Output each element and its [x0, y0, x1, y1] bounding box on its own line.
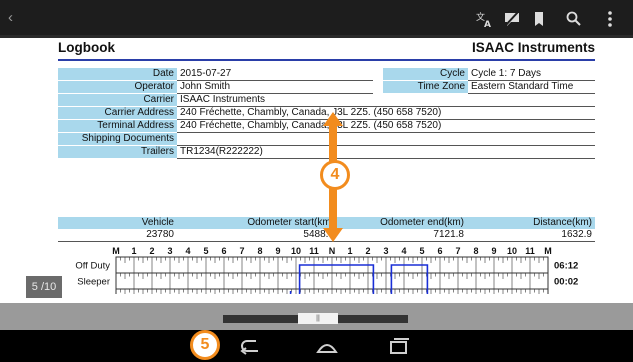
distance-value: 1632.9	[467, 229, 595, 242]
duty-row-label: Off Duty	[75, 261, 110, 272]
hour-label: 11	[309, 246, 319, 256]
hour-label: 10	[507, 246, 517, 256]
duty-row-label: Driving	[80, 293, 110, 295]
translate-icon[interactable]: 文 A	[475, 9, 495, 29]
hour-label: 11	[525, 246, 535, 256]
vehicle-value: 23780	[58, 229, 177, 242]
hour-label: 3	[383, 246, 388, 256]
hour-label: 9	[275, 246, 280, 256]
bookmark-icon[interactable]	[529, 9, 549, 29]
carrier-address-value: 240 Fréchette, Chambly, Canada, J3L 2Z5.…	[177, 106, 595, 121]
duty-row-total: 16:28	[554, 293, 578, 295]
duty-row-total: 00:02	[554, 277, 578, 288]
hour-label: N	[329, 246, 336, 256]
info-row-operator: Operator John Smith Time Zone Eastern St…	[58, 80, 595, 95]
hour-label: 5	[419, 246, 424, 256]
home-icon[interactable]	[314, 336, 340, 356]
comment-icon[interactable]	[502, 9, 522, 29]
svg-text:A: A	[484, 20, 491, 29]
cycle-value: Cycle 1: 7 Days	[468, 68, 595, 82]
hour-label: 6	[221, 246, 226, 256]
hour-label: 8	[257, 246, 262, 256]
hour-label: 7	[239, 246, 244, 256]
shipping-documents-label: Shipping Documents	[58, 132, 177, 147]
info-row-date: Date 2015-07-27 Cycle Cycle 1: 7 Days	[58, 68, 595, 82]
recent-apps-icon[interactable]	[386, 336, 412, 356]
operator-value: John Smith	[177, 80, 373, 95]
vehicle-header: Vehicle	[58, 217, 177, 229]
timezone-value: Eastern Standard Time	[468, 80, 595, 95]
system-navigation-bar	[0, 330, 633, 362]
date-value: 2015-07-27	[177, 68, 373, 82]
search-icon[interactable]	[564, 9, 584, 29]
hour-label: 10	[291, 246, 301, 256]
hour-label: 7	[455, 246, 460, 256]
hour-label: 1	[347, 246, 352, 256]
hour-label: 9	[491, 246, 496, 256]
hour-label: 2	[365, 246, 370, 256]
operator-label: Operator	[58, 80, 177, 95]
hour-label: 5	[203, 246, 208, 256]
cycle-label: Cycle	[383, 68, 468, 82]
odometer-start-header: Odometer start(km)	[177, 217, 337, 229]
company-name: ISAAC Instruments	[471, 40, 595, 55]
hour-label: M	[112, 246, 120, 256]
hour-label: 4	[185, 246, 190, 256]
callout-4: 4	[320, 160, 350, 190]
hour-label: 2	[149, 246, 154, 256]
page-indicator: 5 /10	[26, 276, 62, 298]
distance-header: Distance(km)	[467, 217, 595, 229]
duty-row-total: 06:12	[554, 261, 578, 272]
odometer-end-header: Odometer end(km)	[337, 217, 467, 229]
terminal-address-value: 240 Fréchette, Chambly, Canada, J3L 2Z5.…	[177, 119, 595, 134]
info-row-carrier: Carrier ISAAC Instruments	[58, 93, 595, 108]
date-label: Date	[58, 68, 177, 82]
timezone-label: Time Zone	[383, 80, 468, 95]
odometer-start-value: 5488.9	[177, 229, 337, 242]
shipping-documents-value	[177, 132, 595, 147]
odometer-end-value: 7121.8	[337, 229, 467, 242]
title-divider	[58, 59, 595, 61]
carrier-label: Carrier	[58, 93, 177, 108]
top-toolbar: ‹ 文 A	[0, 0, 633, 38]
document-title: Logbook	[58, 40, 115, 55]
carrier-value: ISAAC Instruments	[177, 93, 595, 108]
hour-label: 6	[437, 246, 442, 256]
hour-label: M	[544, 246, 552, 256]
callout-5: 5	[190, 330, 220, 360]
duty-row-label: Sleeper	[77, 277, 110, 288]
page-scrollbar-thumb[interactable]: ||	[298, 313, 338, 324]
trailers-value: TR1234(R222222)	[177, 145, 595, 160]
back-arrow-icon[interactable]	[238, 336, 264, 356]
hour-label: 3	[167, 246, 172, 256]
hour-label: 1	[131, 246, 136, 256]
duty-status-grid: M 1 2 3 4 5 6 7 8 9 10 11 N 1 2 3 4 5 6 7 8 9 10 11 MOff Duty 06:…	[75, 246, 578, 295]
trailers-label: Trailers	[58, 145, 177, 160]
document-page[interactable]: Logbook ISAAC Instruments Date 2015-07-2…	[0, 38, 633, 294]
hour-label: 8	[473, 246, 478, 256]
carrier-address-label: Carrier Address	[58, 106, 177, 121]
hour-label: 4	[401, 246, 406, 256]
terminal-address-label: Terminal Address	[58, 119, 177, 134]
back-chevron-icon[interactable]: ‹	[8, 9, 13, 26]
overflow-menu-icon[interactable]	[600, 9, 620, 29]
